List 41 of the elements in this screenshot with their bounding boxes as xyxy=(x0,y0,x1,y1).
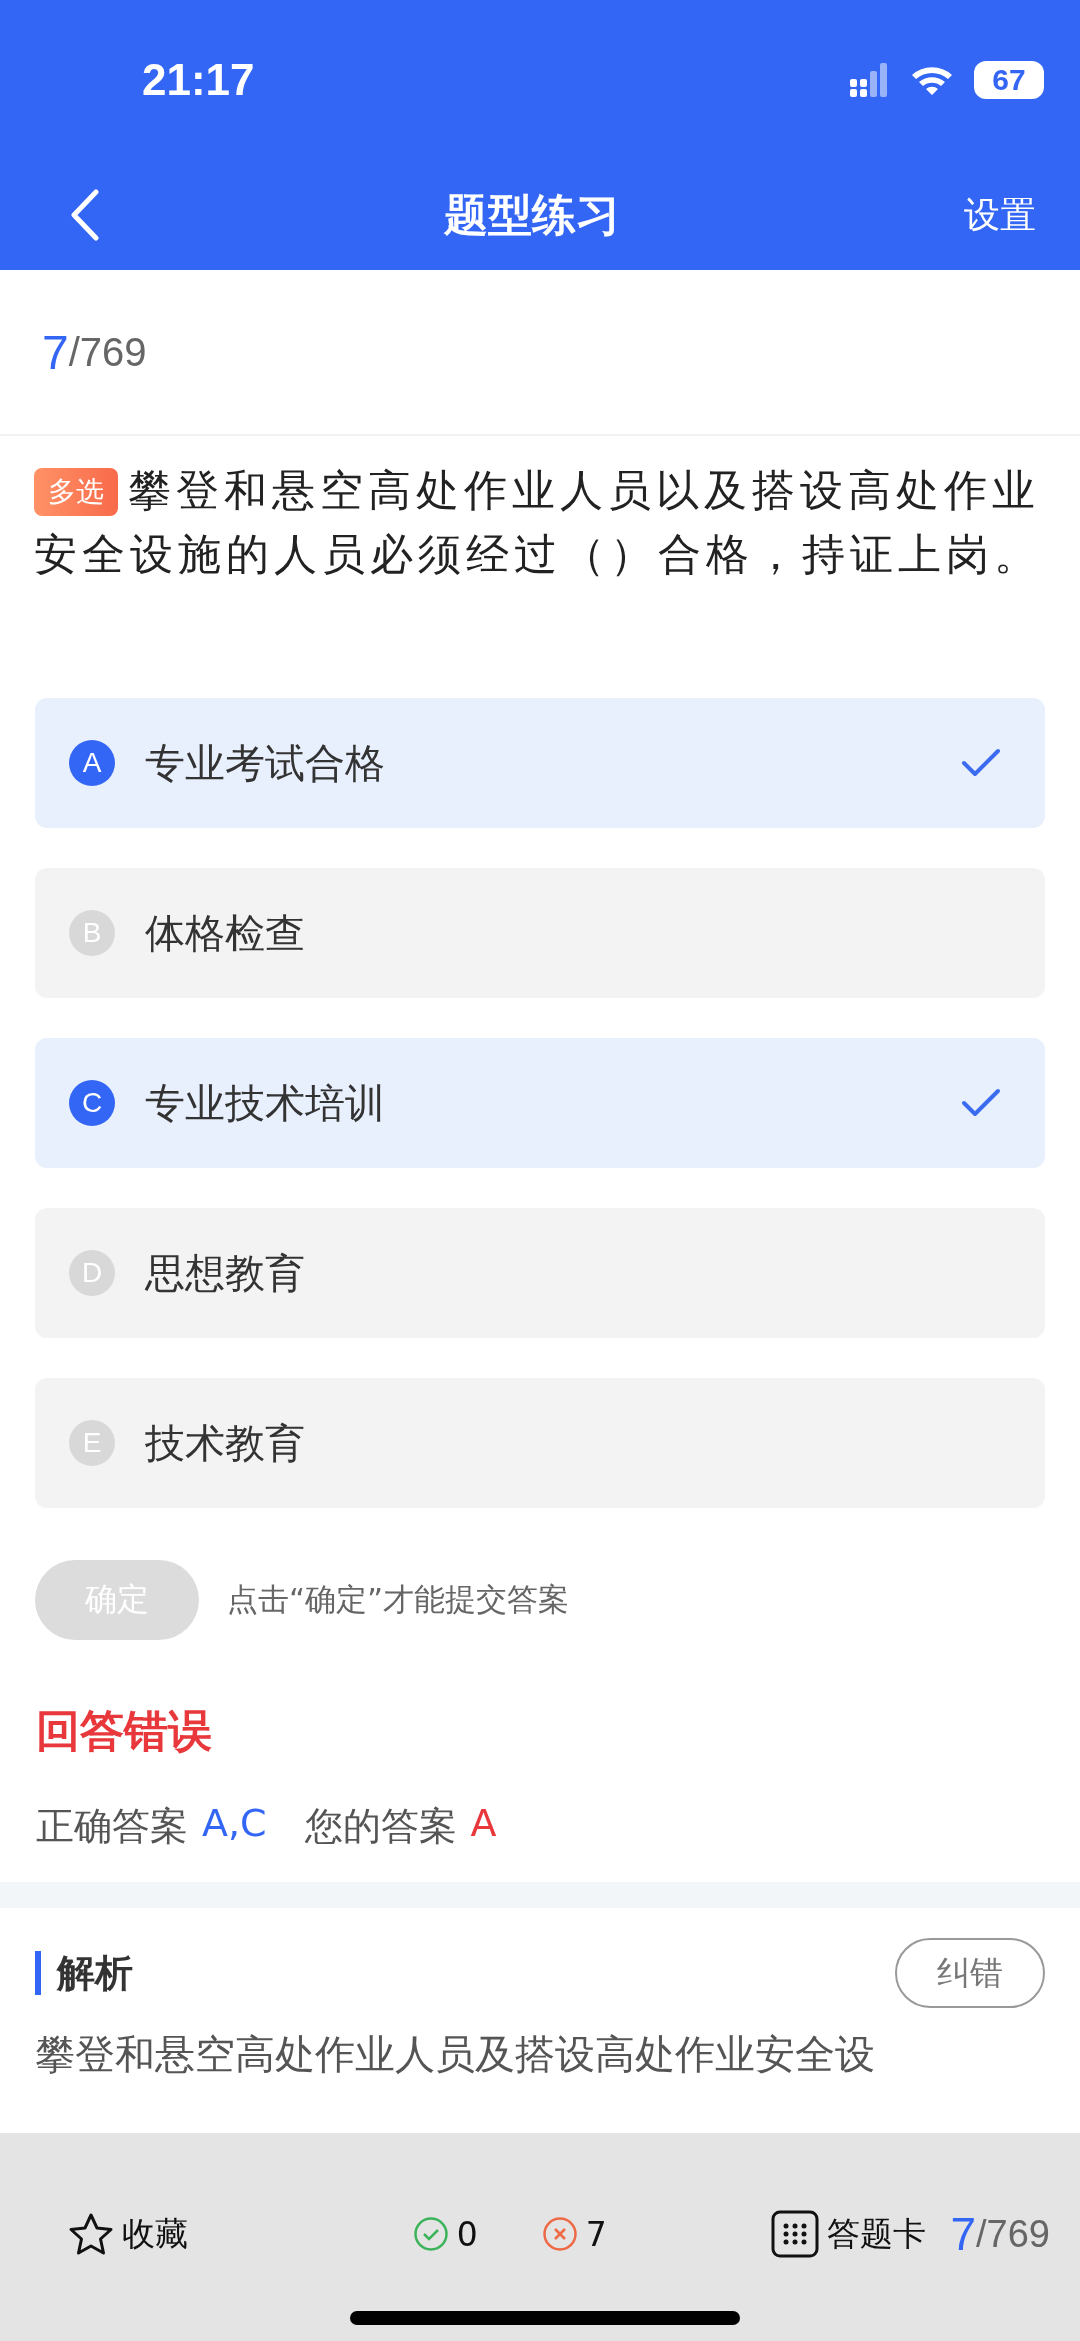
question-type-tag: 多选 xyxy=(34,468,118,516)
favorite-label[interactable]: 收藏 xyxy=(122,2211,188,2257)
wifi-icon xyxy=(910,64,954,96)
star-icon[interactable] xyxy=(68,2212,114,2256)
page-title: 题型练习 xyxy=(444,187,620,242)
grid-icon[interactable] xyxy=(771,2210,820,2258)
correct-count: 0 xyxy=(456,2214,478,2254)
analysis-title: 解析 xyxy=(35,1951,133,1995)
report-error-button[interactable]: 纠错 xyxy=(895,1938,1045,2008)
answer-option[interactable]: C 专业技术培训 xyxy=(35,1038,1045,1168)
option-text: 专业考试合格 xyxy=(145,738,386,788)
answer-option[interactable]: A 专业考试合格 xyxy=(35,698,1045,828)
analysis-text: 攀登和悬空高处作业人员及搭设高处作业安全设 xyxy=(35,2030,876,2079)
wrong-icon xyxy=(541,2216,578,2252)
correct-answer-label: 正确答案 xyxy=(36,1803,188,1850)
option-letter: A xyxy=(69,740,115,786)
question-total: /769 xyxy=(976,2212,1050,2256)
submit-hint: 点击“确定”才能提交答案 xyxy=(227,1580,570,1619)
option-letter: C xyxy=(69,1080,115,1126)
question-number: 7 xyxy=(42,324,69,380)
check-icon xyxy=(961,748,1001,778)
settings-link[interactable]: 设置 xyxy=(964,190,1036,240)
status-time: 21:17 xyxy=(142,55,255,105)
option-text: 体格检查 xyxy=(145,908,306,958)
question-number: 7 xyxy=(950,2207,977,2261)
battery-icon: 67 xyxy=(974,61,1044,99)
correct-answer: A,C xyxy=(202,1801,267,1847)
signal-icon xyxy=(850,63,890,97)
result-title: 回答错误 xyxy=(36,1704,213,1758)
option-text: 专业技术培训 xyxy=(145,1078,386,1128)
question-text: 多选 攀登和悬空高处作业人员以及搭设高处作业安全设施的人员必须经过（）合格，持证上岗。 xyxy=(34,464,1043,581)
option-text: 思想教育 xyxy=(145,1248,306,1298)
wrong-count: 7 xyxy=(585,2214,607,2254)
question-total: /769 xyxy=(68,329,147,375)
your-answer: A xyxy=(470,1801,497,1847)
option-text: 技术教育 xyxy=(145,1418,306,1468)
correct-icon xyxy=(412,2216,449,2252)
back-icon[interactable] xyxy=(70,189,100,241)
your-answer-label: 您的答案 xyxy=(304,1803,457,1850)
check-icon xyxy=(961,1088,1001,1118)
answer-card-label[interactable]: 答题卡 xyxy=(827,2211,927,2257)
